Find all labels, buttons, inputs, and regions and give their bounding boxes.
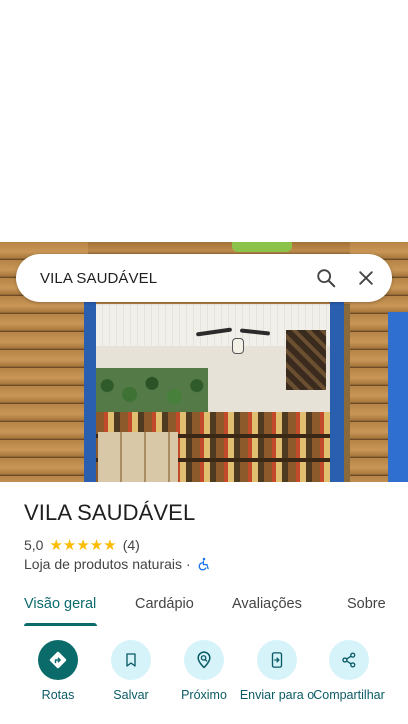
directions-label: Rotas <box>41 688 75 702</box>
share-icon <box>329 640 369 680</box>
tab-menu[interactable]: Cardápio <box>135 596 194 612</box>
search-bar[interactable]: VILA SAUDÁVEL <box>16 254 392 302</box>
wheelchair-accessible-icon <box>197 557 211 571</box>
directions-button[interactable]: Rotas <box>18 640 98 702</box>
directions-icon <box>38 640 78 680</box>
close-icon[interactable] <box>346 258 386 298</box>
nearby-search-icon <box>184 640 224 680</box>
map-blank-area <box>0 0 408 242</box>
review-count: (4) <box>122 537 140 553</box>
save-button[interactable]: Salvar <box>91 640 171 702</box>
tab-about[interactable]: Sobre <box>347 596 386 612</box>
place-category: Loja de produtos naturais <box>24 556 182 572</box>
tab-reviews[interactable]: Avaliações <box>232 596 302 612</box>
bookmark-icon <box>111 640 151 680</box>
send-to-phone-button[interactable]: Enviar para o <box>237 640 317 702</box>
nearby-button[interactable]: Próximo <box>164 640 244 702</box>
send-to-phone-icon <box>257 640 297 680</box>
rating-row[interactable]: 5,0 ★★★★★ (4) <box>24 536 140 554</box>
nearby-label: Próximo <box>181 688 227 702</box>
tab-overview[interactable]: Visão geral <box>24 596 96 612</box>
place-info: VILA SAUDÁVEL 5,0 ★★★★★ (4) Loja de prod… <box>0 482 408 627</box>
share-label: Compartilhar <box>313 688 385 702</box>
place-title: VILA SAUDÁVEL <box>24 500 196 525</box>
action-bar: Rotas Salvar Próximo Enviar para o Compa… <box>0 626 408 724</box>
search-icon[interactable] <box>306 258 346 298</box>
save-label: Salvar <box>113 688 149 702</box>
star-rating-icon: ★★★★★ <box>49 537 117 554</box>
rating-value: 5,0 <box>24 537 44 553</box>
send-to-phone-label: Enviar para o <box>239 688 315 702</box>
share-button[interactable]: Compartilhar <box>309 640 389 702</box>
separator: · <box>186 556 191 572</box>
tab-bar: Visão geral Cardápio Avaliações Sobre <box>0 586 408 627</box>
search-query[interactable]: VILA SAUDÁVEL <box>40 270 306 287</box>
category-row: Loja de produtos naturais · <box>24 556 211 572</box>
